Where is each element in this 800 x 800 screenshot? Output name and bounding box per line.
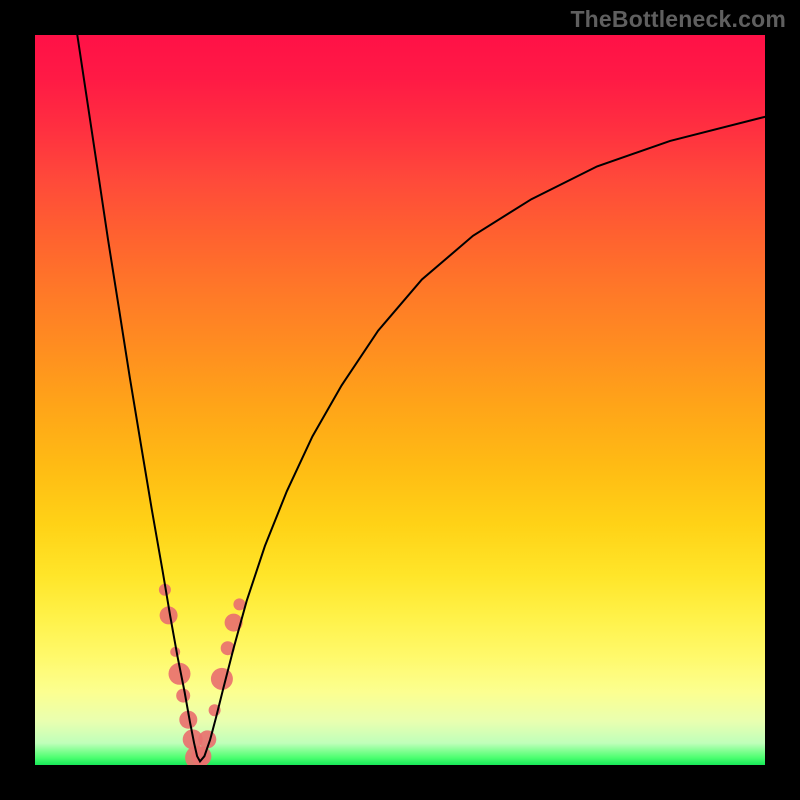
bottleneck-curve: [77, 35, 765, 761]
chart-svg: [35, 35, 765, 765]
highlight-markers-group: [159, 584, 246, 765]
plot-area: [35, 35, 765, 765]
highlight-marker: [176, 689, 190, 703]
watermark-text: TheBottleneck.com: [570, 6, 786, 33]
chart-frame: TheBottleneck.com: [0, 0, 800, 800]
highlight-marker: [211, 668, 233, 690]
